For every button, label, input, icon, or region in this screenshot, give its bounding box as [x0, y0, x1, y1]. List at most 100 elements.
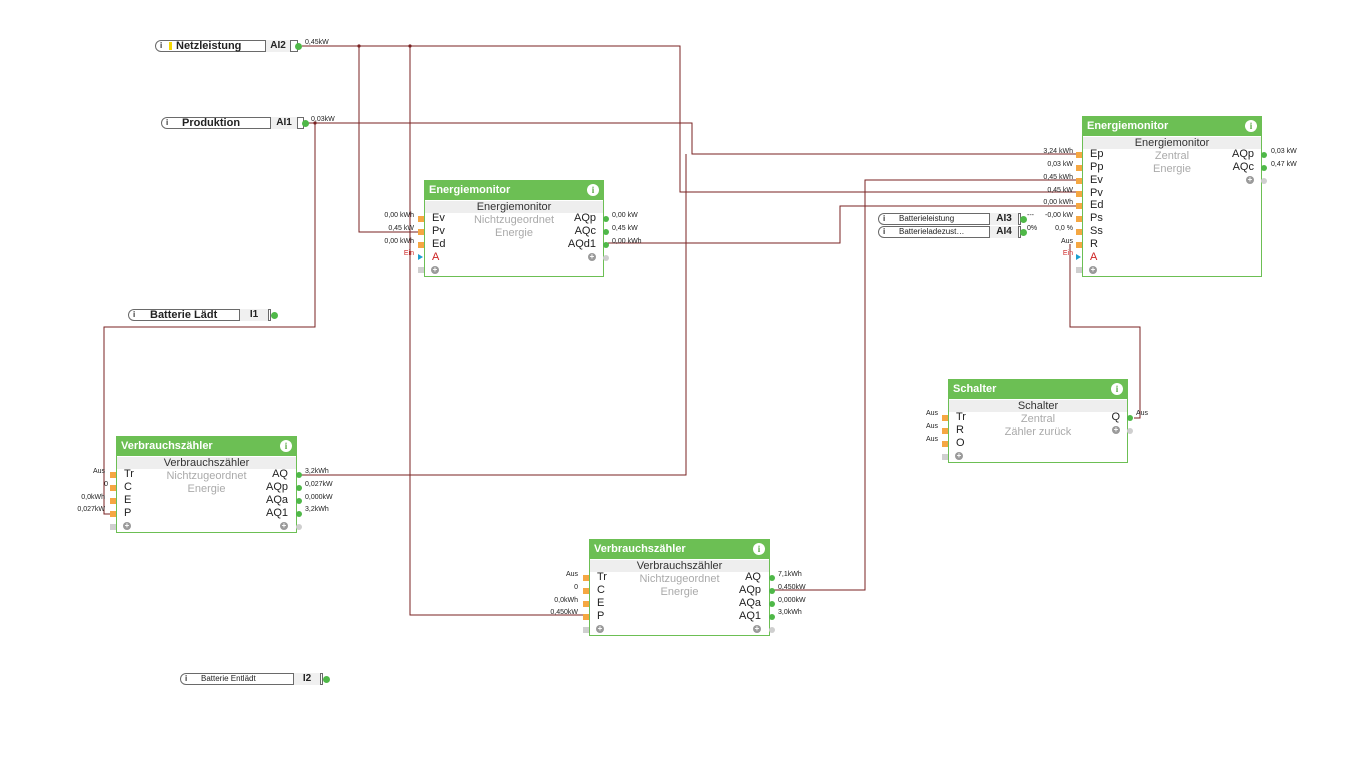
input-port[interactable]	[418, 267, 424, 273]
output-port[interactable]	[1127, 415, 1133, 421]
input-port[interactable]	[1076, 254, 1081, 260]
add-input-icon[interactable]: +	[431, 266, 439, 274]
output-port[interactable]	[296, 524, 302, 530]
input-port[interactable]	[1076, 178, 1082, 184]
input-port[interactable]	[1076, 165, 1082, 171]
io-batterie-entlaedt[interactable]: i Batterie Entlädt I2	[180, 673, 330, 685]
add-input-icon[interactable]: +	[955, 452, 963, 460]
input-port[interactable]	[418, 216, 424, 222]
io-batterieladezustand[interactable]: i Batterieladezust… AI4	[878, 226, 1027, 238]
output-port[interactable]	[603, 229, 609, 235]
io-batterie-laedt[interactable]: i Batterie Lädt I1	[128, 309, 278, 321]
input-port[interactable]	[110, 472, 116, 478]
wire-junction	[408, 44, 412, 48]
output-port[interactable]	[1020, 216, 1027, 223]
input-port[interactable]	[1076, 191, 1082, 197]
output-port[interactable]	[1127, 428, 1133, 434]
input-port[interactable]	[1076, 242, 1082, 248]
info-icon[interactable]: i	[280, 440, 292, 452]
input-port[interactable]	[583, 588, 589, 594]
add-output-icon[interactable]: +	[1246, 176, 1254, 184]
input-value: Ein	[403, 250, 414, 257]
input-pin: Ss	[1090, 225, 1103, 237]
output-port[interactable]	[1261, 152, 1267, 158]
input-pin: P	[124, 507, 132, 519]
connection-wires	[103, 44, 1141, 616]
input-port[interactable]	[1076, 152, 1082, 158]
add-input-icon[interactable]: +	[123, 522, 131, 530]
add-input-icon[interactable]: +	[596, 625, 604, 633]
input-port[interactable]	[583, 614, 589, 620]
output-port[interactable]	[603, 216, 609, 222]
output-port[interactable]	[296, 511, 302, 517]
output-port[interactable]	[302, 120, 309, 127]
io-value: 0,45kW	[305, 39, 329, 46]
input-port[interactable]	[942, 415, 948, 421]
info-icon[interactable]: i	[883, 214, 885, 224]
input-port[interactable]	[110, 498, 116, 504]
input-port[interactable]	[942, 428, 948, 434]
input-port[interactable]	[110, 511, 116, 517]
output-port[interactable]	[1261, 165, 1267, 171]
input-port[interactable]	[1076, 203, 1082, 209]
io-produktion[interactable]: i Produktion AI1	[161, 117, 309, 129]
output-port[interactable]	[296, 472, 302, 478]
info-icon[interactable]: i	[133, 310, 135, 320]
input-port[interactable]	[418, 242, 424, 248]
input-port[interactable]	[1076, 216, 1082, 222]
output-port[interactable]	[603, 255, 609, 261]
io-netzleistung[interactable]: i Netzleistung AI2	[155, 40, 302, 52]
input-port[interactable]	[942, 454, 948, 460]
info-icon[interactable]: i	[1245, 120, 1257, 132]
input-port[interactable]	[583, 575, 589, 581]
input-port[interactable]	[583, 627, 589, 633]
input-port[interactable]	[583, 601, 589, 607]
info-icon[interactable]: i	[883, 227, 885, 237]
io-code: I1	[239, 309, 269, 321]
input-port[interactable]	[110, 485, 116, 491]
output-port[interactable]	[769, 575, 775, 581]
extra-value: 0%	[1027, 225, 1038, 232]
input-port[interactable]	[110, 524, 116, 530]
add-output-icon[interactable]: +	[1112, 426, 1120, 434]
add-output-icon[interactable]: +	[753, 625, 761, 633]
output-port[interactable]	[769, 614, 775, 620]
info-icon[interactable]: i	[160, 41, 162, 51]
output-port[interactable]	[769, 627, 775, 633]
io-batterieleistung[interactable]: i Batterieleistung AI3	[878, 213, 1027, 225]
info-icon[interactable]: i	[1111, 383, 1123, 395]
energiemonitor-block-2[interactable]: Energiemonitor i Energiemonitor Zentral …	[1082, 116, 1262, 277]
output-pin: AQ	[272, 468, 288, 480]
input-port[interactable]	[418, 229, 424, 235]
output-port[interactable]	[296, 498, 302, 504]
add-output-icon[interactable]: +	[588, 253, 596, 261]
output-port[interactable]	[323, 676, 330, 683]
info-icon[interactable]: i	[753, 543, 765, 555]
io-code: AI2	[265, 40, 291, 52]
block-title: Verbrauchszähler	[121, 440, 213, 452]
io-name: Produktion	[182, 117, 241, 129]
input-port[interactable]	[1076, 267, 1082, 273]
output-port[interactable]	[603, 242, 609, 248]
info-icon[interactable]: i	[587, 184, 599, 196]
output-port[interactable]	[271, 312, 278, 319]
add-output-icon[interactable]: +	[280, 522, 288, 530]
output-port[interactable]	[1020, 229, 1027, 236]
info-icon[interactable]: i	[166, 118, 168, 128]
input-pin: Tr	[597, 571, 607, 583]
input-port[interactable]	[1076, 229, 1082, 235]
output-port[interactable]	[295, 43, 302, 50]
output-pin: AQa	[738, 597, 761, 609]
output-pin: AQp	[1231, 148, 1254, 160]
output-port[interactable]	[769, 588, 775, 594]
input-value: Aus	[925, 423, 938, 430]
input-port[interactable]	[418, 254, 423, 260]
output-value: 0,00 kW	[612, 212, 638, 219]
add-input-icon[interactable]: +	[1089, 266, 1097, 274]
input-pin: Ps	[1090, 212, 1103, 224]
output-port[interactable]	[296, 485, 302, 491]
input-port[interactable]	[942, 441, 948, 447]
info-icon[interactable]: i	[185, 674, 187, 684]
output-port[interactable]	[769, 601, 775, 607]
output-port[interactable]	[1261, 178, 1267, 184]
